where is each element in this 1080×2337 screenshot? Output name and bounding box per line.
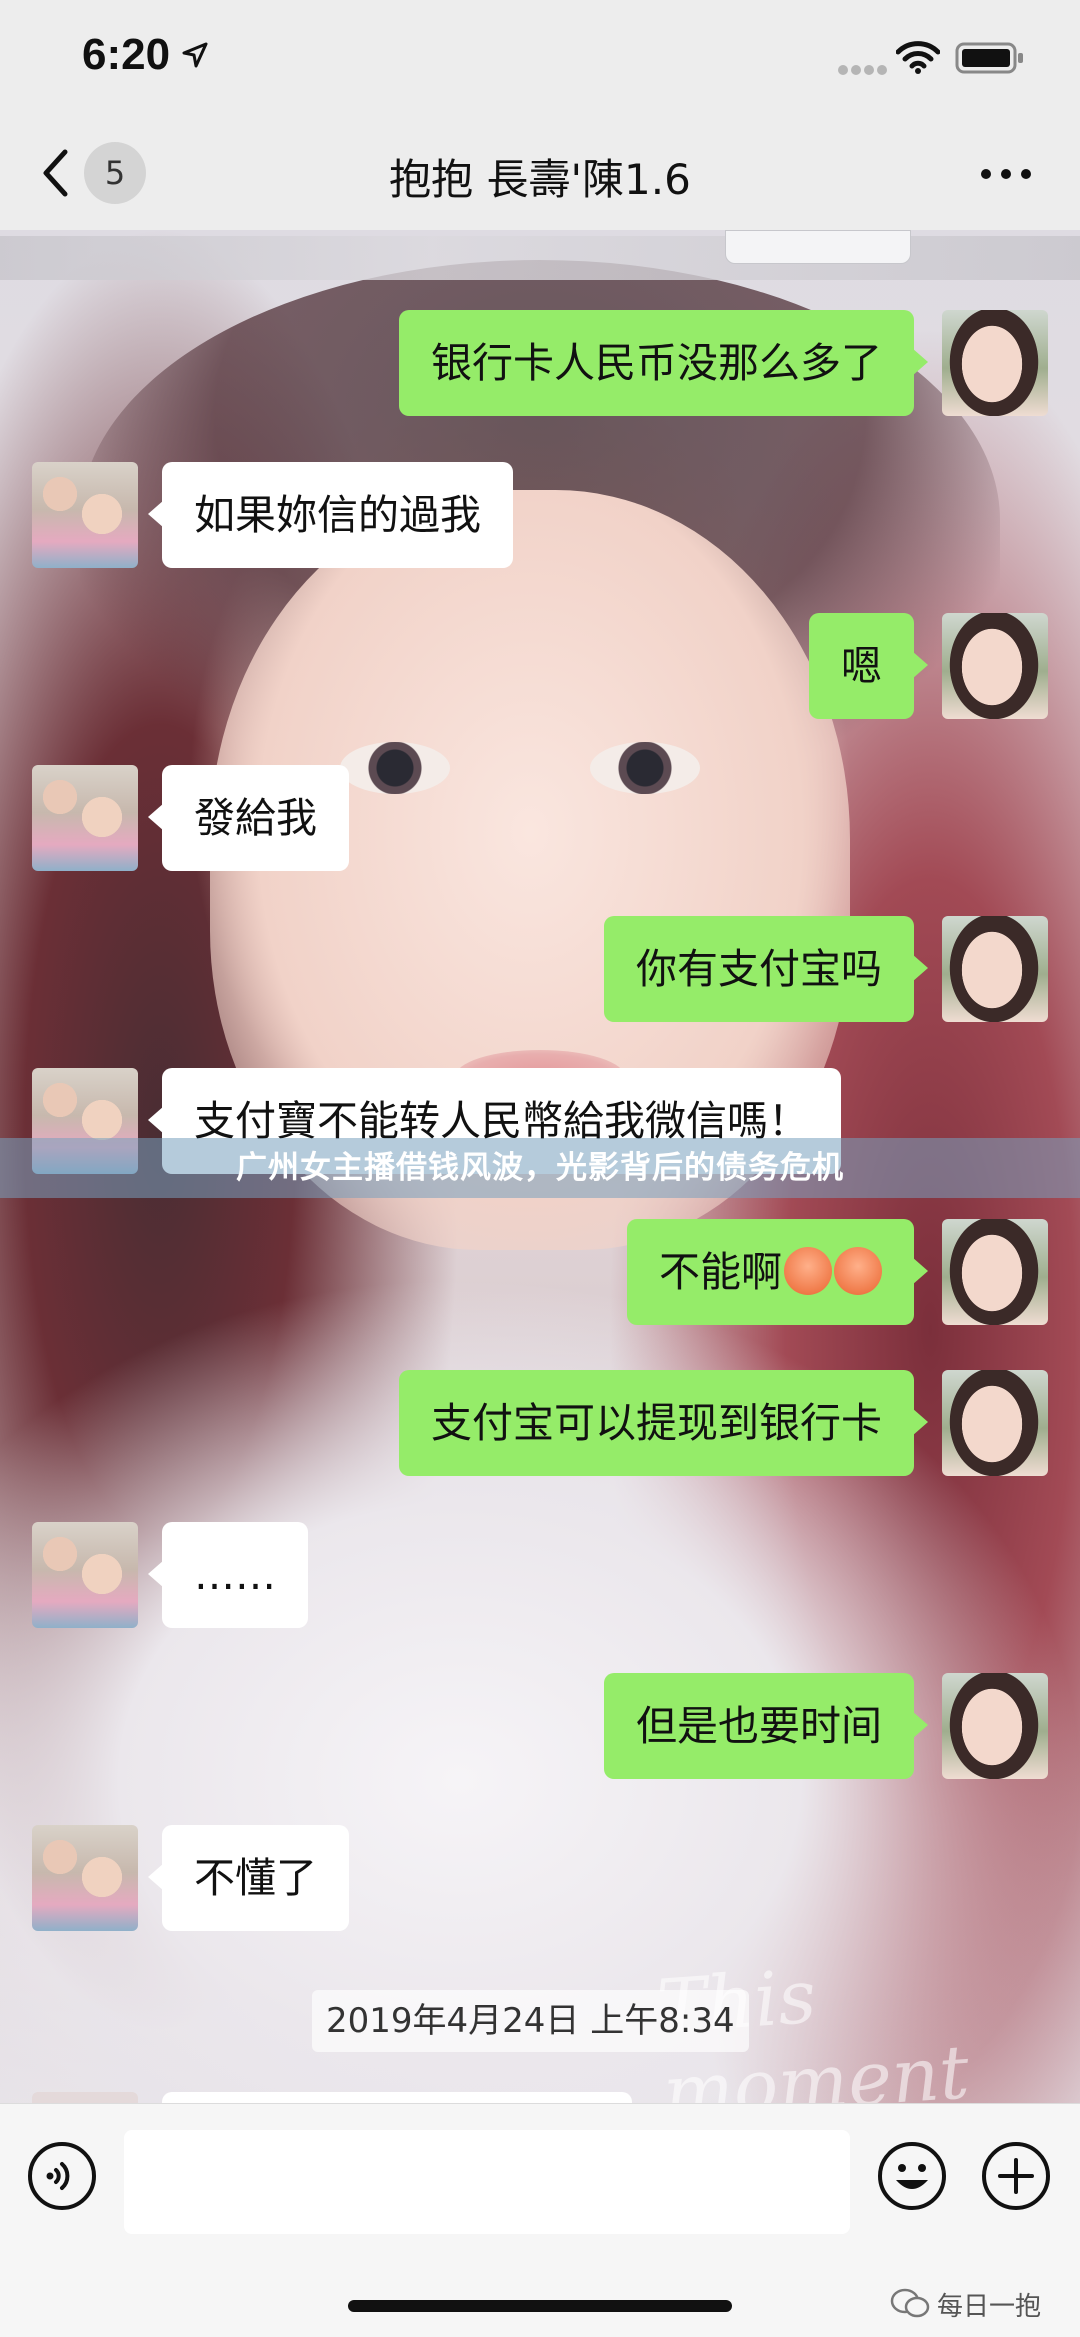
timestamp-divider: 2019年4月24日 上午8:34	[312, 1990, 749, 2052]
message-row: 發給我	[0, 765, 1080, 875]
chevron-left-icon[interactable]	[40, 148, 70, 198]
message-input[interactable]	[124, 2130, 850, 2234]
home-indicator[interactable]	[348, 2300, 732, 2312]
message-bubble-received[interactable]: 不懂了	[148, 1825, 349, 1931]
chat-title: 抱抱 長壽'陳1.6	[389, 155, 691, 204]
status-bar: 6:20	[0, 0, 1080, 118]
emoji-face-icon[interactable]	[876, 2140, 948, 2212]
message-row: 你有支付宝吗	[0, 916, 1080, 1026]
cellular-signal-icon	[838, 65, 887, 75]
flushed-face-emoji-icon	[834, 1247, 882, 1295]
message-text: 不能啊	[659, 1248, 782, 1296]
voice-icon[interactable]	[26, 2140, 98, 2212]
message-bubble-received[interactable]: ……	[148, 1522, 308, 1628]
status-time: 6:20	[82, 30, 171, 79]
wechat-logo-icon	[890, 2288, 930, 2318]
message-bubble-sent[interactable]: 嗯	[809, 613, 928, 719]
avatar-self[interactable]	[942, 916, 1048, 1022]
wifi-icon	[896, 41, 940, 74]
message-row: 嗯	[0, 613, 1080, 723]
battery-icon	[955, 42, 1023, 74]
message-bubble-sent[interactable]: 银行卡人民币没那么多了	[399, 310, 928, 416]
avatar-contact[interactable]	[32, 1522, 138, 1628]
message-row: 不能啊	[0, 1219, 1080, 1329]
source-watermark: 每日一抱	[937, 2292, 1042, 2322]
unread-count-badge[interactable]: 5	[84, 142, 146, 204]
avatar-contact[interactable]	[32, 462, 138, 568]
message-bubble-sent[interactable]: 你有支付宝吗	[604, 916, 928, 1022]
message-bubble-sent[interactable]: 不能啊	[627, 1219, 928, 1325]
plus-icon[interactable]	[980, 2140, 1052, 2212]
message-bubble-received[interactable]: 發給我	[148, 765, 349, 871]
avatar-self[interactable]	[942, 1219, 1048, 1325]
message-bubble-sent[interactable]: 但是也要时间	[604, 1673, 928, 1779]
headline-overlay: 广州女主播借钱风波，光影背后的债务危机	[0, 1138, 1080, 1198]
message-row: ……	[0, 1522, 1080, 1632]
avatar-self[interactable]	[942, 1370, 1048, 1476]
message-row: 支付宝可以提现到银行卡	[0, 1370, 1080, 1480]
avatar-self[interactable]	[942, 310, 1048, 416]
location-arrow-icon	[182, 42, 208, 68]
more-dots-icon[interactable]	[980, 168, 1032, 180]
avatar-contact[interactable]	[32, 765, 138, 871]
message-bubble-received[interactable]: 如果妳信的過我	[148, 462, 513, 568]
background-photo-menubar	[0, 236, 1080, 280]
avatar-contact[interactable]	[32, 1825, 138, 1931]
message-row: 但是也要时间	[0, 1673, 1080, 1783]
message-row: 不懂了	[0, 1825, 1080, 1935]
avatar-self[interactable]	[942, 613, 1048, 719]
message-bubble-received[interactable]	[162, 2092, 632, 2103]
flushed-face-emoji-icon	[784, 1247, 832, 1295]
background-photo-dock	[725, 230, 911, 264]
message-row: 如果妳信的過我	[0, 462, 1080, 572]
avatar-self[interactable]	[942, 1673, 1048, 1779]
message-row: 银行卡人民币没那么多了	[0, 310, 1080, 420]
message-bubble-sent[interactable]: 支付宝可以提现到银行卡	[399, 1370, 928, 1476]
avatar-contact[interactable]	[32, 2092, 138, 2103]
chat-header: 5 抱抱 長壽'陳1.6	[0, 118, 1080, 230]
